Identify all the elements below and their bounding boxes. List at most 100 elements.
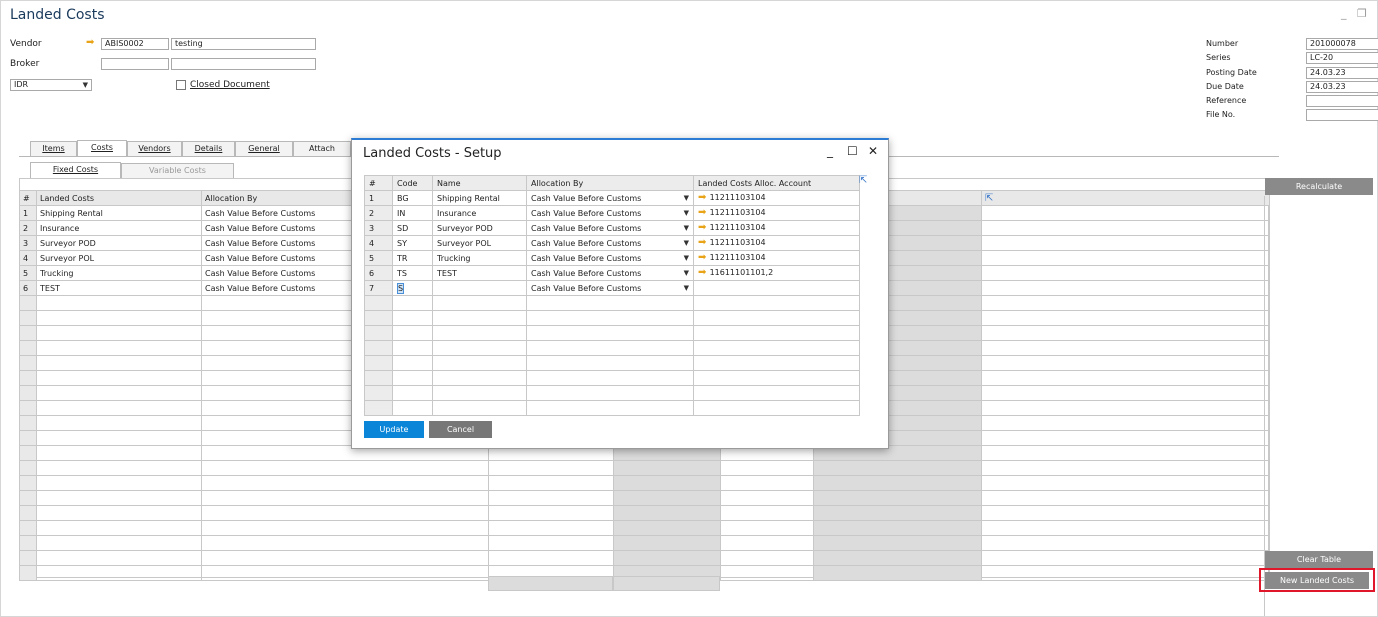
allocation-cell[interactable]: Cash Value Before Customs ▼ [526,250,694,266]
empty-cell[interactable] [432,310,527,326]
empty-row[interactable] [364,310,860,326]
code-cell[interactable]: S [392,280,433,296]
empty-cell[interactable] [981,400,1270,416]
empty-row[interactable] [19,550,1270,566]
table-row[interactable]: 7 S Cash Value Before Customs ▼ [364,280,860,296]
subtab-variable-costs[interactable]: Variable Costs [121,163,234,178]
empty-cell[interactable] [981,505,1270,521]
series-field[interactable]: LC-20 [1306,52,1378,64]
empty-cell[interactable] [36,535,202,551]
allocation-cell[interactable]: Cash Value Before Customs ▼ [526,280,694,296]
empty-cell[interactable] [392,400,433,416]
col-header-account[interactable]: Landed Costs Alloc. Account [693,175,860,191]
cell[interactable] [981,265,1270,281]
col-header-code[interactable]: Code [392,175,433,191]
account-cell[interactable] [693,280,860,296]
broker-name-field[interactable] [171,58,316,70]
empty-cell[interactable] [36,550,202,566]
closed-document-checkbox[interactable] [176,80,186,90]
empty-cell[interactable] [36,400,202,416]
col-header-landed-costs[interactable]: Landed Costs [36,190,202,206]
empty-cell[interactable] [36,325,202,341]
empty-cell[interactable] [981,325,1270,341]
chevron-down-icon[interactable]: ▼ [684,194,689,202]
empty-cell[interactable] [432,325,527,341]
dialog-maximize-icon[interactable]: ☐ [847,144,858,158]
empty-row[interactable] [19,490,1270,506]
empty-cell[interactable] [36,295,202,311]
vendor-name-field[interactable]: testing [171,38,316,50]
empty-cell[interactable] [36,520,202,536]
empty-cell[interactable] [432,370,527,386]
empty-cell[interactable] [981,370,1270,386]
dialog-minimize-icon[interactable]: _ [827,144,833,158]
cell[interactable] [981,235,1270,251]
empty-cell[interactable] [392,310,433,326]
empty-cell[interactable] [392,385,433,401]
posting-date-field[interactable]: 24.03.23 [1306,67,1378,79]
empty-cell[interactable] [392,340,433,356]
empty-cell[interactable] [36,415,202,431]
empty-cell[interactable] [613,550,721,566]
account-link-arrow-icon[interactable]: ➡ [698,252,710,263]
empty-cell[interactable] [613,490,721,506]
empty-cell[interactable] [813,490,982,506]
chevron-down-icon[interactable]: ▼ [684,239,689,247]
tab-costs[interactable]: Costs [77,140,127,156]
empty-cell[interactable] [813,460,982,476]
empty-cell[interactable] [36,475,202,491]
empty-cell[interactable] [201,535,489,551]
landed-cost-name-cell[interactable]: Trucking [36,265,202,281]
subtab-fixed-costs[interactable]: Fixed Costs [30,162,121,178]
cell[interactable] [981,205,1270,221]
empty-cell[interactable] [36,565,202,581]
empty-cell[interactable] [526,340,694,356]
empty-cell[interactable] [36,445,202,461]
empty-row[interactable] [364,340,860,356]
empty-cell[interactable] [201,520,489,536]
empty-cell[interactable] [720,505,814,521]
empty-row[interactable] [364,400,860,416]
empty-cell[interactable] [981,430,1270,446]
empty-cell[interactable] [526,325,694,341]
empty-row[interactable] [19,520,1270,536]
code-active-input[interactable]: S [397,282,405,294]
empty-cell[interactable] [813,475,982,491]
tab-attachments[interactable]: Attach [293,141,351,156]
empty-cell[interactable] [981,490,1270,506]
chevron-down-icon[interactable]: ▼ [684,209,689,217]
table-row[interactable]: 2 IN Insurance Cash Value Before Customs ▼ ➡ … [364,205,860,221]
table-row[interactable]: 6 TS TEST Cash Value Before Customs ▼ ➡ 11611… [364,265,860,281]
chevron-down-icon[interactable]: ▼ [684,254,689,262]
landed-cost-name-cell[interactable]: Surveyor POD [36,235,202,251]
empty-cell[interactable] [981,565,1270,581]
empty-cell[interactable] [36,505,202,521]
empty-row[interactable] [19,535,1270,551]
empty-cell[interactable] [392,325,433,341]
code-cell[interactable]: IN [392,205,433,221]
allocation-cell[interactable]: Cash Value Before Customs ▼ [526,190,694,206]
empty-cell[interactable] [488,475,614,491]
empty-cell[interactable] [488,535,614,551]
empty-cell[interactable] [526,295,694,311]
allocation-cell[interactable]: Cash Value Before Customs ▼ [526,265,694,281]
empty-cell[interactable] [981,475,1270,491]
empty-cell[interactable] [693,400,860,416]
empty-cell[interactable] [36,310,202,326]
empty-cell[interactable] [36,490,202,506]
recalculate-button[interactable]: Recalculate [1265,178,1373,195]
chevron-down-icon[interactable]: ▼ [684,269,689,277]
tab-general[interactable]: General [235,141,293,156]
broker-code-field[interactable] [101,58,169,70]
empty-cell[interactable] [36,385,202,401]
account-cell[interactable]: ➡ 11611101101,2 [693,265,860,281]
empty-cell[interactable] [392,295,433,311]
empty-cell[interactable] [720,460,814,476]
empty-cell[interactable] [813,505,982,521]
empty-row[interactable] [364,385,860,401]
vendor-code-field[interactable]: ABIS0002 [101,38,169,50]
col-header-name[interactable]: Name [432,175,527,191]
empty-row[interactable] [19,460,1270,476]
empty-cell[interactable] [720,490,814,506]
empty-cell[interactable] [813,520,982,536]
